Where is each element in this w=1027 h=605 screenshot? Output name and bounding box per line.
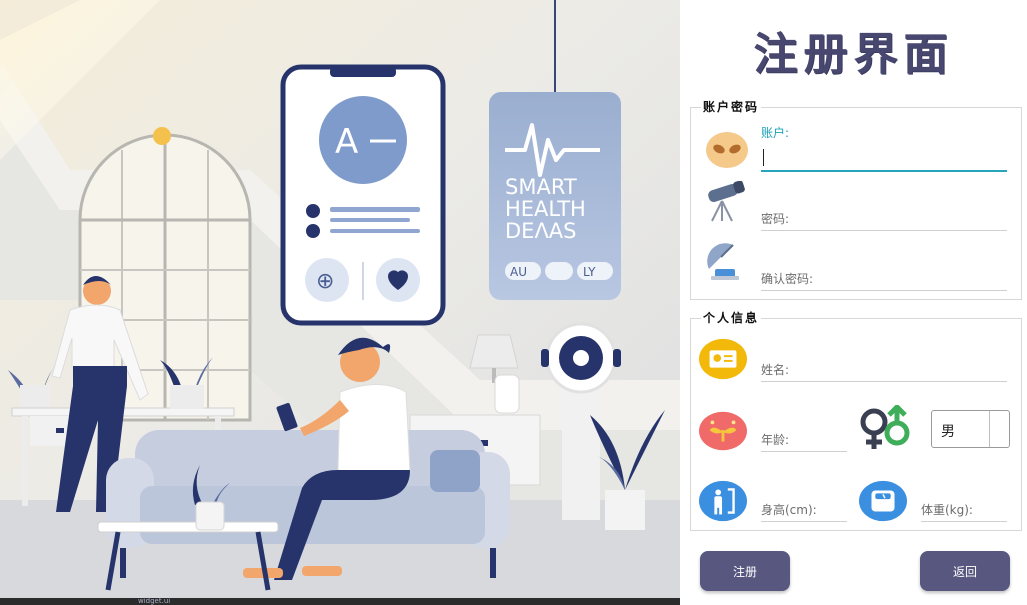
taskbar-strip: [0, 598, 680, 605]
height-input-underline: [761, 521, 847, 522]
height-input[interactable]: [761, 495, 847, 521]
back-button[interactable]: 返回: [920, 551, 1010, 591]
id-card-icon: [699, 337, 747, 381]
gender-icon: [857, 405, 913, 451]
svg-text:SMART: SMART: [505, 175, 577, 199]
name-input[interactable]: [761, 355, 1007, 381]
group-title-account: 账户密码: [701, 98, 762, 115]
svg-text:A: A: [335, 122, 358, 162]
svg-text:HEALTH: HEALTH: [505, 197, 586, 221]
age-input-underline: [761, 451, 847, 452]
gender-select[interactable]: 男: [931, 410, 1010, 448]
svg-text:DEΛAS: DEΛAS: [505, 219, 577, 243]
group-title-personal: 个人信息: [701, 309, 762, 326]
person-height-icon: [699, 479, 747, 523]
account-password-group: 账户密码 账户: 密码: 确认密码:: [690, 98, 1022, 300]
taskbar-fragment-text: widget.ui: [138, 597, 171, 605]
name-input-underline: [761, 381, 1007, 382]
scale-icon: [859, 479, 907, 523]
gender-select-divider: [989, 411, 990, 447]
confirm-password-input[interactable]: [761, 264, 1007, 290]
register-button[interactable]: 注册: [700, 551, 790, 591]
register-window: A ⊕ SMART HEALTH DEΛAS AU LY widget.ui 注…: [0, 0, 1027, 605]
password-input-underline: [761, 230, 1007, 231]
telescope-icon: [699, 180, 747, 224]
account-input[interactable]: [761, 146, 1007, 170]
weight-input[interactable]: [921, 495, 1007, 521]
account-input-underline: [761, 170, 1007, 172]
page-title: 注册界面: [753, 29, 954, 80]
age-input[interactable]: [761, 425, 847, 451]
phone-graphic: A ⊕: [280, 64, 446, 326]
seedling-icon: [699, 409, 747, 453]
svg-text:LY: LY: [583, 265, 596, 279]
satellite-dish-icon: [701, 238, 749, 282]
register-panel: 注册界面 账户密码 账户: 密码: 确认密码: 个人信息 姓名: 年龄: 男 身…: [680, 0, 1027, 605]
svg-text:⊕: ⊕: [316, 269, 334, 294]
confirm-password-underline: [761, 290, 1007, 291]
account-label: 账户:: [761, 126, 790, 140]
weight-input-underline: [921, 521, 1007, 522]
svg-text:AU: AU: [510, 265, 527, 279]
text-caret: [763, 149, 764, 166]
smart-health-illustration: A ⊕ SMART HEALTH DEΛAS AU LY: [0, 0, 680, 600]
personal-info-group: 个人信息 姓名: 年龄: 男 身高(cm): 体重(kg):: [690, 309, 1022, 531]
alien-face-icon: [703, 128, 751, 172]
password-input[interactable]: [761, 204, 1007, 230]
gender-select-value: 男: [941, 424, 955, 440]
